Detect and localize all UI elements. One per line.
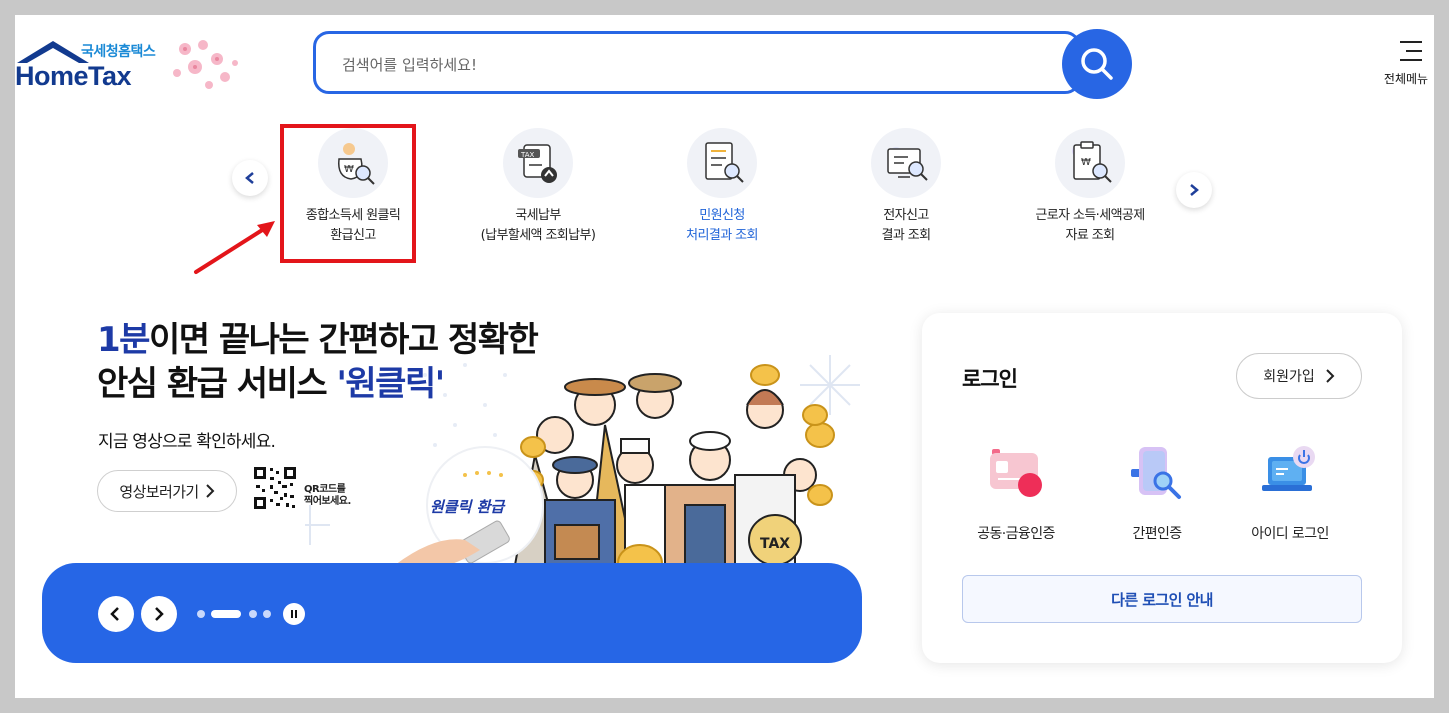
id-login-label: 아이디 로그인 (1251, 526, 1329, 542)
clipboard-search-icon: ₩ (1055, 128, 1125, 198)
login-card: 로그인 회원가입 공동·금융인증 간편인증 아이디 로그인 다른 로그인 안내 (922, 313, 1402, 663)
page: 국세청홈택스 HomeTax 전체메뉴 (15, 15, 1434, 698)
quick-menu-label: 근로자 소득·세액공제 자료 조회 (1035, 208, 1145, 243)
phone-search-icon (1131, 447, 1181, 499)
headline-highlight: 1분 (97, 320, 150, 360)
document-search-icon (687, 128, 757, 198)
pause-icon (291, 610, 297, 618)
chevron-right-icon (205, 484, 215, 498)
quick-menu-label: 전자신고 결과 조회 (881, 208, 932, 243)
simple-auth-button[interactable]: 간편인증 (1092, 443, 1222, 543)
chevron-left-icon (110, 607, 119, 621)
banner-next-button[interactable] (141, 596, 177, 632)
quick-menu-label: 민원신청 처리결과 조회 (686, 208, 758, 243)
signup-button[interactable]: 회원가입 (1236, 353, 1362, 399)
cherry-blossom-icon (173, 40, 238, 89)
chevron-right-icon (1326, 369, 1335, 383)
quick-menu-item-civil-petition[interactable]: 민원신청 처리결과 조회 (627, 128, 817, 246)
slide-dot[interactable] (263, 610, 271, 618)
all-menu-label: 전체메뉴 (1383, 72, 1429, 86)
chevron-right-icon (1190, 184, 1199, 196)
other-login-guide-button[interactable]: 다른 로그인 안내 (962, 575, 1362, 623)
oneclick-badge-text: 원클릭 환급 (430, 498, 506, 516)
search-button[interactable] (1062, 29, 1132, 99)
quick-menu-label: 국세납부 (납부할세액 조회납부) (480, 208, 596, 243)
slide-dot[interactable] (249, 610, 257, 618)
banner-illustration: TAX 원클릭 환급 (305, 355, 860, 565)
headline-line2: 안심 환급 서비스 (97, 364, 337, 404)
login-title: 로그인 (962, 367, 1018, 391)
certificate-login-label: 공동·금융인증 (977, 526, 1055, 542)
search-icon (1081, 48, 1113, 80)
slide-dot[interactable] (197, 610, 205, 618)
search-input[interactable] (340, 50, 994, 80)
banner-subtitle: 지금 영상으로 확인하세요. (98, 432, 276, 452)
quick-menu-next-button[interactable] (1176, 172, 1212, 208)
signup-label: 회원가입 (1263, 369, 1315, 385)
monitor-search-icon (871, 128, 941, 198)
watch-video-label: 영상보러가기 (119, 482, 199, 501)
chevron-right-icon (155, 607, 164, 621)
laptop-power-icon (1262, 446, 1315, 491)
hamburger-icon (1400, 41, 1422, 61)
hometax-logo[interactable]: 국세청홈택스 HomeTax (15, 37, 255, 97)
certificate-card-icon (990, 449, 1042, 497)
other-login-guide-label: 다른 로그인 안내 (1111, 590, 1213, 609)
tax-bag-label: TAX (760, 536, 790, 552)
svg-text:TAX: TAX (520, 151, 535, 159)
highlight-box (280, 124, 416, 263)
svg-text:₩: ₩ (1081, 157, 1091, 168)
logo-korean-text: 국세청홈택스 (81, 44, 156, 60)
red-arrow-icon (194, 221, 275, 274)
all-menu-button[interactable]: 전체메뉴 (1384, 40, 1433, 87)
quick-menu-item-deduction-data[interactable]: ₩ 근로자 소득·세액공제 자료 조회 (995, 128, 1185, 246)
slide-dot-active[interactable] (211, 610, 241, 618)
logo-english-text: HomeTax (15, 61, 132, 91)
banner-prev-button[interactable] (98, 596, 134, 632)
simple-auth-label: 간편인증 (1132, 526, 1182, 542)
chevron-left-icon (245, 172, 254, 184)
quick-menu-item-tax-payment[interactable]: TAX 국세납부 (납부할세액 조회납부) (443, 128, 633, 246)
tax-payment-icon: TAX (503, 128, 573, 198)
search-bar (313, 31, 1081, 94)
id-login-button[interactable]: 아이디 로그인 (1225, 443, 1355, 543)
watch-video-button[interactable]: 영상보러가기 (97, 470, 237, 512)
banner-pause-button[interactable] (283, 603, 305, 625)
quick-menu-item-e-filing-result[interactable]: 전자신고 결과 조회 (811, 128, 1001, 246)
certificate-login-button[interactable]: 공동·금융인증 (951, 443, 1081, 543)
qr-code-icon (252, 465, 298, 511)
